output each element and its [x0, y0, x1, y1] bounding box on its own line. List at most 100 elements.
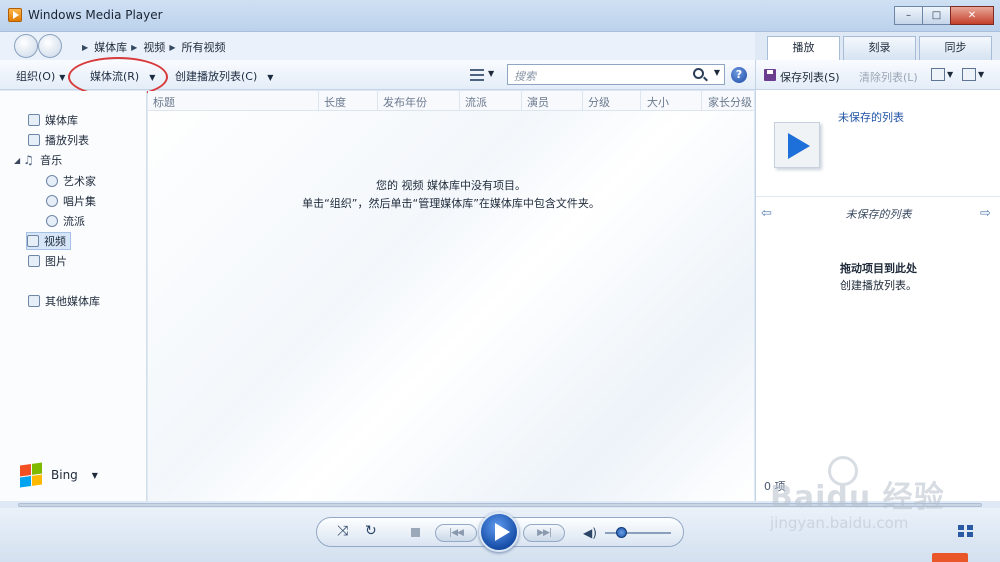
sidebar-item-label: 播放列表: [45, 134, 89, 147]
expand-arrow-icon[interactable]: ◢: [14, 156, 20, 165]
volume-slider[interactable]: [605, 527, 671, 538]
volume-slider-knob[interactable]: [615, 527, 627, 538]
search-placeholder: 搜索: [514, 70, 536, 83]
sidebar-item-label: 其他媒体库: [45, 295, 100, 308]
next-list-arrow-icon[interactable]: ⇨: [980, 206, 991, 221]
previous-button[interactable]: |◀◀: [435, 524, 477, 542]
forward-button[interactable]: [38, 34, 62, 58]
view-options-icon[interactable]: ▼: [468, 66, 498, 84]
empty-message-line2: 单击“组织”，然后单击“管理媒体库”在媒体库中包含文件夹。: [302, 197, 600, 210]
breadcrumb-library[interactable]: 媒体库: [94, 39, 127, 55]
column-length[interactable]: 长度: [324, 94, 346, 110]
search-box[interactable]: 搜索 ▼: [507, 64, 725, 85]
bing-search-provider[interactable]: Bing ▼: [20, 462, 98, 488]
artist-icon: [46, 175, 58, 187]
list-options-icon[interactable]: [931, 68, 945, 81]
previous-list-arrow-icon[interactable]: ⇦: [761, 206, 772, 221]
library-details-pane: 标题 长度 发布年份 流派 演员 分级 大小 家长分级 您的 视频 媒体库中没有…: [148, 91, 754, 501]
sidebar-item-library[interactable]: 媒体库: [28, 111, 78, 129]
library-icon: [28, 114, 40, 126]
clear-list-button[interactable]: 清除列表(L): [859, 69, 918, 85]
minimize-button[interactable]: –: [894, 6, 923, 25]
picture-icon: [28, 255, 40, 267]
stop-button[interactable]: [411, 528, 420, 537]
column-parental-rating[interactable]: 家长分级: [708, 94, 752, 110]
next-button[interactable]: ▶▶|: [523, 524, 565, 542]
sidebar-item-label: 音乐: [40, 154, 63, 167]
dropdown-arrow-icon[interactable]: ▼: [92, 471, 98, 480]
baidu-watermark: Baidu 经验 jingyan.baidu.com: [770, 456, 995, 550]
sidebar-item-label: 唱片集: [63, 195, 96, 208]
watermark-url: jingyan.baidu.com: [770, 514, 909, 532]
drop-zone[interactable]: 拖动项目到此处 创建播放列表。: [756, 260, 1000, 294]
media-player-icon: [8, 8, 22, 22]
create-playlist-label: 创建播放列表(C): [175, 70, 258, 83]
empty-message-line1: 您的 视频 媒体库中没有项目。: [376, 179, 526, 192]
save-list-button[interactable]: 保存列表(S): [780, 69, 840, 85]
maximize-button[interactable]: □: [922, 6, 951, 25]
list-pane: 保存列表(S) 清除列表(L) ▼ ▼ 未保存的列表 未保存的列表 ⇦ ⇨ 拖动…: [755, 60, 1000, 501]
unsaved-list-title: 未保存的列表: [845, 208, 912, 221]
breadcrumb-video[interactable]: 视频: [143, 39, 165, 55]
dropdown-arrow-icon: ▼: [59, 73, 66, 82]
sidebar-item-music[interactable]: ◢ ♫ 音乐: [14, 151, 62, 169]
sidebar-item-album[interactable]: 唱片集: [46, 192, 96, 210]
navigation-pane: 媒体库 播放列表 ◢ ♫ 音乐 艺术家 唱片集 流派 视频 图片 其他媒体库: [0, 91, 147, 501]
column-actors[interactable]: 演员: [527, 94, 549, 110]
breadcrumb-arrow-icon: ▶: [169, 42, 176, 52]
watermark-brand: Baidu 经验: [770, 480, 945, 515]
video-icon: [27, 235, 39, 247]
empty-library-message: 您的 视频 媒体库中没有项目。 单击“组织”，然后单击“管理媒体库”在媒体库中包…: [148, 177, 754, 213]
column-title[interactable]: 标题: [153, 94, 175, 110]
column-release-year[interactable]: 发布年份: [383, 94, 427, 110]
sidebar-item-label: 流派: [63, 215, 85, 228]
repeat-icon[interactable]: ↻: [365, 523, 377, 539]
breadcrumb-all-videos[interactable]: 所有视频: [181, 39, 225, 55]
close-button[interactable]: ✕: [950, 6, 994, 25]
playlist-thumbnail: [774, 122, 820, 168]
search-icon[interactable]: [693, 68, 704, 79]
window-controls: – □ ✕: [894, 6, 994, 25]
sidebar-item-label: 艺术家: [63, 175, 96, 188]
checklist-icon[interactable]: [962, 68, 976, 81]
play-button[interactable]: [479, 512, 519, 552]
organize-menu[interactable]: 组织(O) ▼: [16, 68, 65, 84]
bing-label: Bing: [51, 468, 78, 482]
list-toolbar: 保存列表(S) 清除列表(L) ▼ ▼: [756, 60, 1000, 90]
sidebar-item-other-libraries[interactable]: 其他媒体库: [28, 292, 100, 310]
navigation-bar: ▶ 媒体库 ▶ 视频 ▶ 所有视频: [0, 32, 755, 60]
organize-label: 组织(O): [16, 70, 56, 83]
shuffle-icon[interactable]: ⤨: [337, 523, 348, 539]
dropdown-arrow-icon[interactable]: ▼: [978, 70, 984, 79]
sidebar-item-label: 视频: [44, 235, 66, 248]
help-icon[interactable]: ?: [731, 67, 747, 83]
column-size[interactable]: 大小: [647, 94, 669, 110]
sidebar-item-pictures[interactable]: 图片: [28, 252, 67, 270]
sidebar-item-artist[interactable]: 艺术家: [46, 172, 96, 190]
sidebar-item-genre[interactable]: 流派: [46, 212, 85, 230]
column-genre[interactable]: 流派: [465, 94, 487, 110]
unsaved-list-link[interactable]: 未保存的列表: [838, 109, 904, 125]
dropdown-arrow-icon[interactable]: ▼: [947, 70, 953, 79]
windows-logo-icon: [20, 462, 42, 488]
sidebar-item-playlists[interactable]: 播放列表: [28, 131, 89, 149]
dropdown-arrow-icon: ▼: [488, 69, 495, 78]
title-bar: Windows Media Player – □ ✕: [0, 0, 1000, 32]
sidebar-item-video[interactable]: 视频: [26, 232, 71, 250]
breadcrumb-arrow-icon: ▶: [131, 42, 138, 52]
transport-controls: ⤨ ↻ |◀◀ ▶▶| ◀): [316, 512, 684, 552]
back-button[interactable]: [14, 34, 38, 58]
tab-sync[interactable]: 同步: [919, 36, 992, 60]
dropdown-arrow-icon: ▼: [267, 73, 274, 82]
column-rating[interactable]: 分级: [588, 94, 610, 110]
sidebar-item-label: 媒体库: [45, 114, 78, 127]
create-playlist-menu[interactable]: 创建播放列表(C) ▼: [175, 68, 273, 84]
music-note-icon: ♫: [23, 153, 34, 167]
mute-speaker-icon[interactable]: ◀): [583, 526, 597, 540]
dropdown-arrow-icon[interactable]: ▼: [714, 68, 720, 77]
playlist-icon: [28, 134, 40, 146]
tab-burn[interactable]: 刻录: [843, 36, 916, 60]
album-icon: [46, 195, 58, 207]
tab-play[interactable]: 播放: [767, 36, 840, 61]
save-icon: [764, 69, 776, 81]
